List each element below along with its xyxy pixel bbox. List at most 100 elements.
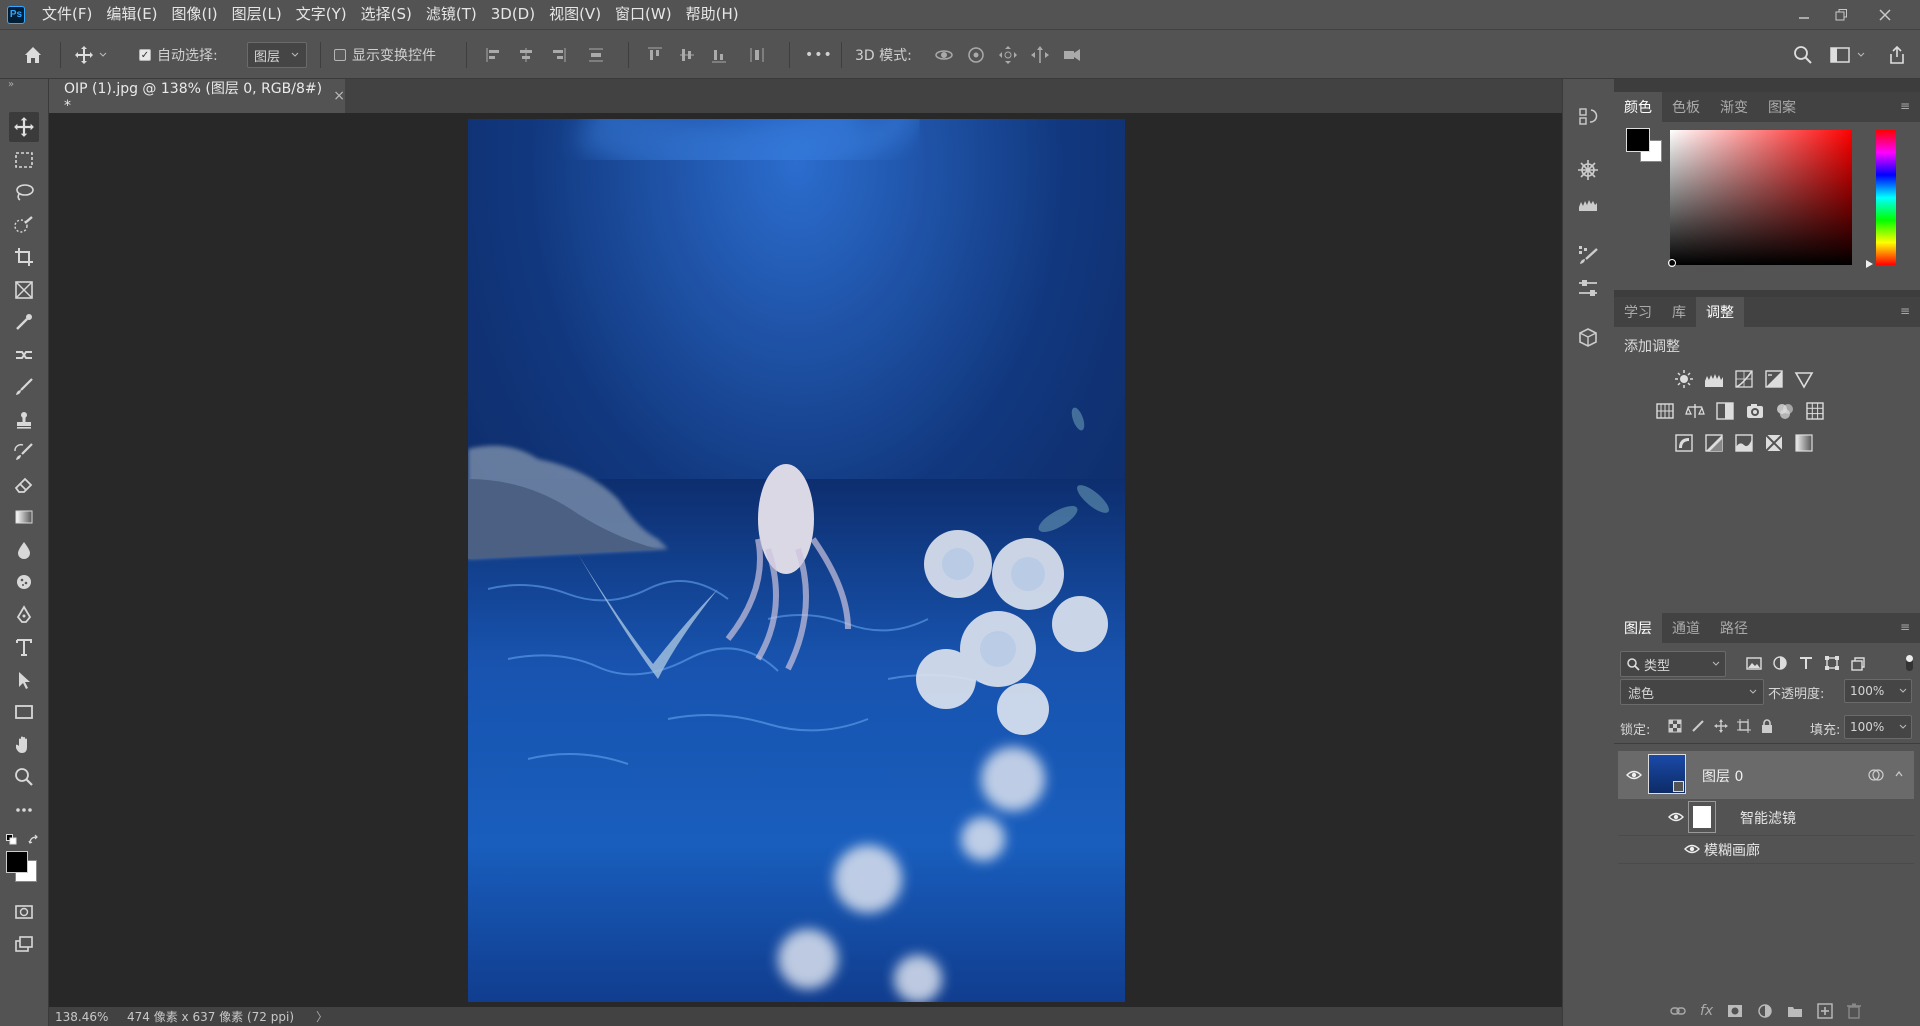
opacity-field[interactable]: 100% (1844, 679, 1912, 703)
scale-3d-icon[interactable] (1061, 44, 1083, 66)
tab-color[interactable]: 颜色 (1614, 92, 1662, 122)
brush-tool[interactable] (9, 372, 39, 402)
shape-layer-filter-icon[interactable] (1824, 655, 1840, 671)
zoom-level[interactable]: 138.46% (55, 1010, 108, 1024)
rectangle-tool[interactable] (9, 697, 39, 727)
color-balance-adjustment-button[interactable] (1684, 400, 1706, 422)
lasso-tool[interactable] (9, 177, 39, 207)
properties-panel-button[interactable] (1575, 275, 1601, 301)
auto-select-toggle[interactable]: ✓ 自动选择: (139, 30, 218, 80)
menu-select[interactable]: 选择(S) (354, 0, 419, 29)
new-adjustment-layer-icon[interactable] (1757, 1003, 1773, 1019)
align-right-icon[interactable] (548, 45, 568, 65)
tab-learn[interactable]: 学习 (1614, 297, 1662, 327)
color-picker-cursor[interactable] (1668, 259, 1676, 267)
layer-style-icon[interactable]: fx (1700, 1003, 1713, 1019)
zoom-tool[interactable] (9, 762, 39, 792)
3d-panel-button[interactable] (1575, 325, 1601, 351)
photo-filter-adjustment-button[interactable] (1744, 400, 1766, 422)
move-tool[interactable] (9, 112, 39, 142)
hue-slider-handle[interactable] (1866, 260, 1873, 268)
panel-menu-icon[interactable]: ≡ (1900, 621, 1912, 633)
more-options-button[interactable]: ••• (805, 30, 833, 80)
show-transform-toggle[interactable]: 显示变换控件 (334, 30, 436, 80)
history-panel-button[interactable] (1575, 104, 1601, 130)
menu-image[interactable]: 图像(I) (165, 0, 225, 29)
navigator-panel-button[interactable] (1575, 157, 1601, 183)
tab-channels[interactable]: 通道 (1662, 613, 1710, 643)
eye-icon[interactable] (1668, 811, 1684, 823)
foreground-color-swatch[interactable] (6, 851, 28, 873)
orbit-3d-icon[interactable] (933, 44, 955, 66)
delete-layer-icon[interactable] (1847, 1003, 1862, 1019)
brushes-panel-button[interactable] (1575, 242, 1601, 268)
menu-view[interactable]: 视图(V) (542, 0, 608, 29)
collapse-toolbar-icon[interactable]: » (8, 79, 14, 90)
filter-toggle-switch[interactable] (1906, 655, 1913, 671)
gradient-map-adjustment-button[interactable] (1793, 432, 1815, 454)
auto-select-target-dropdown[interactable]: 图层 (247, 42, 308, 68)
tab-adjustments[interactable]: 调整 (1696, 297, 1744, 327)
align-left-icon[interactable] (484, 45, 504, 65)
histogram-panel-button[interactable] (1575, 191, 1601, 217)
eraser-tool[interactable] (9, 470, 39, 500)
home-button[interactable] (22, 30, 44, 80)
close-tab-button[interactable]: × (333, 88, 345, 104)
menu-type[interactable]: 文字(Y) (289, 0, 354, 29)
panel-menu-icon[interactable]: ≡ (1900, 305, 1912, 317)
exposure-adjustment-button[interactable] (1763, 368, 1785, 390)
quick-selection-tool[interactable] (9, 210, 39, 240)
roll-3d-icon[interactable] (965, 44, 987, 66)
new-group-icon[interactable] (1787, 1004, 1803, 1018)
restore-button[interactable] (1822, 0, 1860, 29)
hue-saturation-adjustment-button[interactable] (1654, 400, 1676, 422)
dodge-tool[interactable] (9, 567, 39, 597)
share-button[interactable] (1887, 30, 1907, 80)
color-lookup-adjustment-button[interactable] (1804, 400, 1826, 422)
menu-file[interactable]: 文件(F) (35, 0, 99, 29)
document-canvas-image[interactable] (468, 119, 1125, 1002)
menu-3d[interactable]: 3D(D) (484, 0, 542, 29)
blend-mode-dropdown[interactable]: 滤色 (1620, 679, 1764, 705)
align-center-icon[interactable] (516, 45, 536, 65)
align-middle-icon[interactable] (677, 45, 697, 65)
frame-tool[interactable] (9, 275, 39, 305)
menu-edit[interactable]: 编辑(E) (99, 0, 164, 29)
lock-all-icon[interactable] (1760, 719, 1774, 733)
clone-stamp-tool[interactable] (9, 405, 39, 435)
gradient-tool[interactable] (9, 502, 39, 532)
brightness-adjustment-button[interactable] (1673, 368, 1695, 390)
pen-tool[interactable] (9, 600, 39, 630)
lock-pixels-icon[interactable] (1691, 719, 1705, 733)
blur-tool[interactable] (9, 535, 39, 565)
lock-transparency-icon[interactable] (1668, 719, 1682, 733)
hue-slider[interactable] (1876, 130, 1896, 265)
add-mask-icon[interactable] (1727, 1004, 1743, 1018)
tab-libraries[interactable]: 库 (1662, 297, 1696, 327)
layer-name[interactable]: 图层 0 (1702, 766, 1743, 786)
menu-help[interactable]: 帮助(H) (679, 0, 746, 29)
type-layer-filter-icon[interactable] (1798, 655, 1814, 671)
adjustment-layer-filter-icon[interactable] (1772, 655, 1788, 671)
swap-colors-button[interactable] (28, 831, 40, 850)
eyedropper-tool[interactable] (9, 307, 39, 337)
align-top-icon[interactable] (645, 45, 665, 65)
history-brush-tool[interactable] (9, 437, 39, 467)
quick-mask-button[interactable] (9, 897, 39, 927)
selective-color-adjustment-button[interactable] (1763, 432, 1785, 454)
curves-adjustment-button[interactable] (1733, 368, 1755, 390)
tab-gradients[interactable]: 渐变 (1710, 92, 1758, 122)
menu-window[interactable]: 窗口(W) (608, 0, 679, 29)
auto-select-checkbox[interactable]: ✓ (139, 49, 151, 61)
healing-brush-tool[interactable] (9, 340, 39, 370)
tab-patterns[interactable]: 图案 (1758, 92, 1806, 122)
tab-swatches[interactable]: 色板 (1662, 92, 1710, 122)
posterize-adjustment-button[interactable] (1703, 432, 1725, 454)
fill-field[interactable]: 100% (1844, 715, 1912, 739)
align-bottom-icon[interactable] (709, 45, 729, 65)
panel-foreground-swatch[interactable] (1626, 128, 1650, 152)
screen-mode-button[interactable] (9, 929, 39, 959)
smart-object-filter-icon[interactable] (1850, 655, 1866, 671)
threshold-adjustment-button[interactable] (1733, 432, 1755, 454)
menu-layer[interactable]: 图层(L) (225, 0, 289, 29)
